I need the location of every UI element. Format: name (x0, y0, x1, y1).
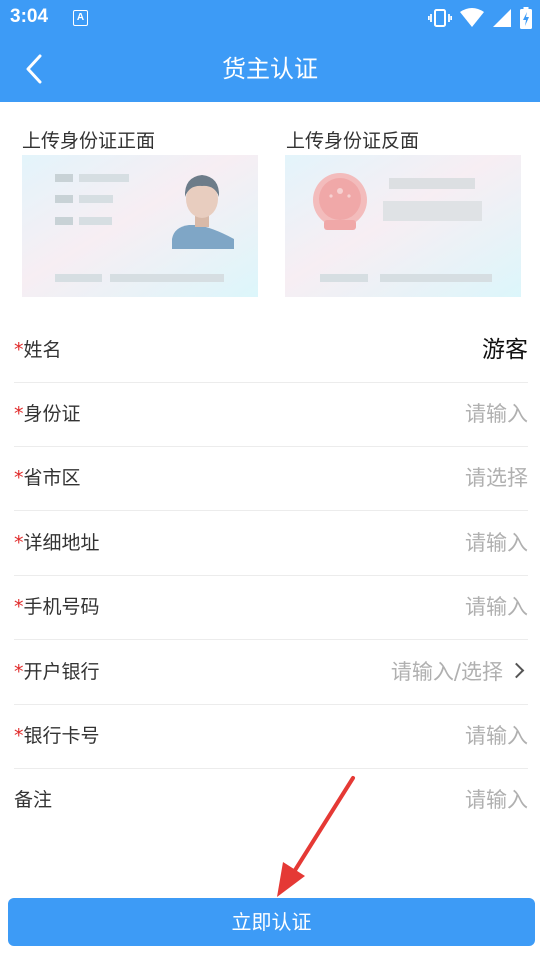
id-front-label: 上传身份证正面 (22, 130, 156, 152)
required-mark: * (14, 339, 24, 361)
remark-label: 备注 (14, 789, 53, 811)
required-mark: * (14, 661, 24, 683)
form-row-phone[interactable]: *手机号码 请输入 (14, 575, 528, 640)
form-row-region[interactable]: *省市区 请选择 (14, 446, 528, 511)
required-mark: * (14, 467, 24, 489)
status-time: 3:04 (10, 6, 49, 27)
id-front-upload[interactable] (22, 155, 258, 297)
chevron-right-icon (508, 662, 525, 679)
region-select[interactable]: 请选择 (465, 446, 528, 510)
id-number-input[interactable]: 请输入 (465, 382, 528, 446)
id-number-label: *身份证 (14, 403, 81, 425)
required-mark: * (14, 725, 24, 747)
bank-select[interactable]: 请输入/选择 (391, 640, 528, 704)
id-back-upload[interactable] (285, 155, 521, 297)
status-bar: 3:04 A (0, 0, 540, 36)
form-row-card-number[interactable]: *银行卡号 请输入 (14, 704, 528, 769)
form-row-address[interactable]: *详细地址 请输入 (14, 511, 528, 576)
nav-bar: 货主认证 (0, 36, 540, 102)
card-number-input[interactable]: 请输入 (465, 704, 528, 768)
required-mark: * (14, 532, 24, 554)
region-label: *省市区 (14, 467, 81, 489)
notification-icon: A (73, 10, 88, 26)
remark-input[interactable]: 请输入 (465, 768, 528, 832)
address-input[interactable]: 请输入 (465, 511, 528, 575)
name-label: *姓名 (14, 339, 62, 361)
battery-icon (520, 7, 532, 29)
submit-button[interactable]: 立即认证 (8, 898, 535, 946)
form-row-bank[interactable]: *开户银行 请输入/选择 (14, 640, 528, 705)
address-label: *详细地址 (14, 532, 100, 554)
form-row-name[interactable]: *姓名 游客 (14, 318, 528, 383)
name-value[interactable]: 游客 (482, 318, 528, 382)
form-row-remark[interactable]: 备注 请输入 (14, 768, 528, 832)
id-back-label: 上传身份证反面 (286, 130, 420, 152)
form-row-id-number[interactable]: *身份证 请输入 (14, 382, 528, 447)
required-mark: * (14, 403, 24, 425)
required-mark: * (14, 596, 24, 618)
bank-label: *开户银行 (14, 661, 100, 683)
card-number-label: *银行卡号 (14, 725, 100, 747)
chevron-left-icon (26, 54, 42, 84)
back-button[interactable] (14, 48, 54, 90)
wifi-icon (460, 8, 484, 27)
phone-input[interactable]: 请输入 (465, 575, 528, 639)
vibrate-icon (428, 9, 452, 27)
status-icons (428, 6, 532, 30)
signal-icon (493, 9, 511, 27)
id-card-front-illustration (22, 155, 258, 297)
phone-label: *手机号码 (14, 596, 100, 618)
id-card-back-illustration (285, 155, 521, 297)
page-title: 货主认证 (222, 55, 318, 83)
